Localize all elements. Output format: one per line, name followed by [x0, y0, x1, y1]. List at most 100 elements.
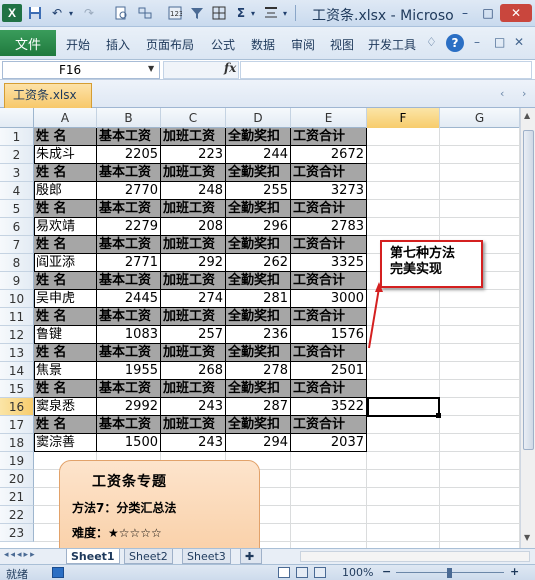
- format-icon[interactable]: [136, 4, 154, 22]
- column-header-e[interactable]: E: [291, 108, 367, 128]
- salary-value-cell[interactable]: 2672: [291, 146, 367, 164]
- filter-icon[interactable]: [188, 4, 206, 22]
- header-cell[interactable]: 基本工资: [97, 272, 161, 290]
- header-cell[interactable]: 加班工资: [161, 200, 226, 218]
- salary-value-cell[interactable]: 294: [226, 434, 291, 452]
- salary-value-cell[interactable]: 2783: [291, 218, 367, 236]
- header-cell[interactable]: 工资合计: [291, 416, 367, 434]
- tab-data[interactable]: 数据: [251, 36, 275, 53]
- calc-icon[interactable]: 123: [166, 4, 184, 22]
- row-header-3[interactable]: 3: [0, 164, 34, 182]
- employee-name-cell[interactable]: 朱成斗: [34, 146, 97, 164]
- header-cell[interactable]: 全勤奖扣: [226, 128, 291, 146]
- salary-value-cell[interactable]: 278: [226, 362, 291, 380]
- active-cell-f16[interactable]: [367, 397, 440, 417]
- tab-scroll-right-icon[interactable]: ›: [522, 87, 526, 100]
- scroll-down-icon[interactable]: ▼: [524, 533, 530, 542]
- vertical-scrollbar[interactable]: ▲ ▼: [520, 108, 535, 548]
- zoom-out-icon[interactable]: −: [382, 565, 391, 578]
- formula-input[interactable]: [240, 61, 532, 79]
- header-cell[interactable]: 加班工资: [161, 308, 226, 326]
- header-cell[interactable]: 基本工资: [97, 236, 161, 254]
- header-cell[interactable]: 全勤奖扣: [226, 236, 291, 254]
- page-layout-view-icon[interactable]: [296, 567, 308, 578]
- row-header-1[interactable]: 1: [0, 128, 34, 146]
- ribbon-collapse-icon[interactable]: ♢: [426, 35, 437, 49]
- help-icon[interactable]: ?: [446, 34, 464, 52]
- header-cell[interactable]: 姓 名: [34, 164, 97, 182]
- employee-name-cell[interactable]: 殷郎: [34, 182, 97, 200]
- salary-value-cell[interactable]: 2992: [97, 398, 161, 416]
- tab-scroll-left-icon[interactable]: ‹: [500, 87, 504, 100]
- salary-value-cell[interactable]: 1576: [291, 326, 367, 344]
- new-sheet-icon[interactable]: ✚: [240, 549, 262, 564]
- salary-value-cell[interactable]: 243: [161, 398, 226, 416]
- row-header-14[interactable]: 14: [0, 362, 34, 380]
- employee-name-cell[interactable]: 吴申虎: [34, 290, 97, 308]
- macro-record-icon[interactable]: [52, 567, 64, 578]
- tab-insert[interactable]: 插入: [106, 36, 130, 53]
- row-header-15[interactable]: 15: [0, 380, 34, 398]
- salary-value-cell[interactable]: 1500: [97, 434, 161, 452]
- row-header-17[interactable]: 17: [0, 416, 34, 434]
- fill-handle[interactable]: [436, 413, 441, 418]
- salary-value-cell[interactable]: 262: [226, 254, 291, 272]
- salary-value-cell[interactable]: 244: [226, 146, 291, 164]
- qat-dropdown-icon[interactable]: ▾: [280, 4, 290, 22]
- header-cell[interactable]: 姓 名: [34, 308, 97, 326]
- header-cell[interactable]: 工资合计: [291, 164, 367, 182]
- header-cell[interactable]: 全勤奖扣: [226, 380, 291, 398]
- sheet-tab-2[interactable]: Sheet2: [124, 549, 173, 564]
- salary-value-cell[interactable]: 3000: [291, 290, 367, 308]
- tab-page-layout[interactable]: 页面布局: [146, 36, 194, 53]
- row-header-8[interactable]: 8: [0, 254, 34, 272]
- header-cell[interactable]: 全勤奖扣: [226, 272, 291, 290]
- header-cell[interactable]: 加班工资: [161, 380, 226, 398]
- salary-value-cell[interactable]: 2770: [97, 182, 161, 200]
- salary-value-cell[interactable]: 208: [161, 218, 226, 236]
- undo-dropdown-icon[interactable]: ▾: [66, 4, 76, 22]
- salary-value-cell[interactable]: 268: [161, 362, 226, 380]
- header-cell[interactable]: 加班工资: [161, 344, 226, 362]
- align-icon[interactable]: [262, 4, 280, 22]
- name-box[interactable]: F16: [2, 61, 160, 79]
- header-cell[interactable]: 基本工资: [97, 344, 161, 362]
- salary-value-cell[interactable]: 3325: [291, 254, 367, 272]
- employee-name-cell[interactable]: 阎亚添: [34, 254, 97, 272]
- tab-view[interactable]: 视图: [330, 36, 354, 53]
- header-cell[interactable]: 姓 名: [34, 236, 97, 254]
- workbook-minimize-button[interactable]: –: [474, 35, 480, 49]
- row-header-16[interactable]: 16: [0, 398, 34, 416]
- redo-icon[interactable]: ↷: [80, 4, 98, 22]
- column-header-g[interactable]: G: [440, 108, 520, 128]
- column-header-b[interactable]: B: [97, 108, 161, 128]
- header-cell[interactable]: 姓 名: [34, 380, 97, 398]
- header-cell[interactable]: 工资合计: [291, 236, 367, 254]
- close-button[interactable]: ✕: [500, 4, 532, 22]
- header-cell[interactable]: 加班工资: [161, 236, 226, 254]
- row-header-18[interactable]: 18: [0, 434, 34, 452]
- salary-value-cell[interactable]: 236: [226, 326, 291, 344]
- salary-value-cell[interactable]: 274: [161, 290, 226, 308]
- select-all-corner[interactable]: [0, 108, 34, 128]
- vertical-scroll-thumb[interactable]: [523, 130, 534, 450]
- salary-value-cell[interactable]: 3522: [291, 398, 367, 416]
- salary-value-cell[interactable]: 2501: [291, 362, 367, 380]
- header-cell[interactable]: 姓 名: [34, 344, 97, 362]
- header-cell[interactable]: 工资合计: [291, 308, 367, 326]
- salary-value-cell[interactable]: 2037: [291, 434, 367, 452]
- header-cell[interactable]: 全勤奖扣: [226, 416, 291, 434]
- row-header-4[interactable]: 4: [0, 182, 34, 200]
- header-cell[interactable]: 基本工资: [97, 308, 161, 326]
- row-header-12[interactable]: 12: [0, 326, 34, 344]
- file-tab[interactable]: 文件: [0, 30, 56, 56]
- row-header-23[interactable]: 23: [0, 524, 34, 542]
- salary-value-cell[interactable]: 255: [226, 182, 291, 200]
- employee-name-cell[interactable]: 焦景: [34, 362, 97, 380]
- column-header-f[interactable]: F: [367, 108, 440, 128]
- header-cell[interactable]: 姓 名: [34, 272, 97, 290]
- row-header-5[interactable]: 5: [0, 200, 34, 218]
- employee-name-cell[interactable]: 窦泉悉: [34, 398, 97, 416]
- sheet-tab-3[interactable]: Sheet3: [182, 549, 231, 564]
- insert-function-icon[interactable]: fx: [224, 61, 236, 75]
